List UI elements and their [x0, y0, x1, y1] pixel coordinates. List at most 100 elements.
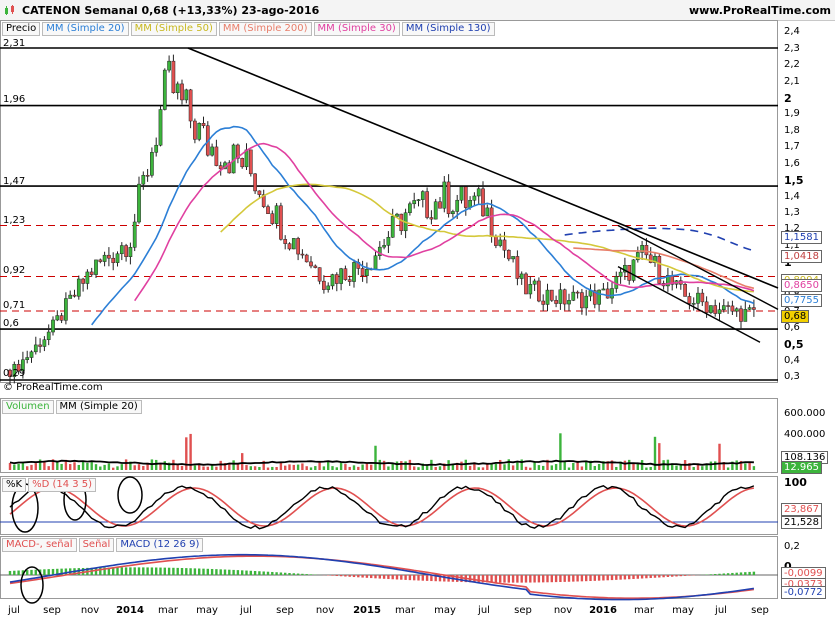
macd-hist-153	[666, 575, 670, 577]
legend-stoch-k[interactable]: %K	[2, 478, 27, 492]
volume-tag-last: 12.965	[781, 461, 822, 474]
macd-hist-52	[232, 569, 235, 575]
candle-body-62	[274, 205, 279, 224]
volume-legend: Volumen MM (Simple 20)	[2, 400, 144, 414]
macd-hist-144	[628, 575, 631, 580]
macd-hist-82	[361, 575, 364, 578]
price-tick-1: 2,3	[784, 42, 800, 54]
macd-hist-169	[735, 572, 738, 575]
legend-sma130[interactable]: MM (Simple 130)	[401, 22, 495, 36]
candle-body-131	[571, 291, 576, 301]
legend-volume[interactable]: Volumen	[2, 400, 54, 414]
candle-body-162	[704, 301, 709, 313]
macd-hist-93	[408, 575, 412, 581]
legend-stoch-d[interactable]: %D (14 3 5)	[28, 478, 97, 492]
volume-bar-19	[90, 462, 93, 470]
candle-body-69	[304, 254, 309, 263]
candle-body-49	[218, 165, 223, 170]
price-tick-2: 2,2	[784, 59, 800, 71]
macd-hist-146	[636, 575, 639, 579]
volume-bar-105	[460, 461, 463, 470]
candle-body-63	[279, 205, 283, 240]
candle-body-15	[72, 294, 77, 297]
candle-body-102	[446, 181, 451, 215]
volume-bar-113	[494, 463, 498, 470]
x-tick-17: may	[672, 605, 694, 616]
volume-bar-124	[542, 465, 545, 470]
candle-body-61	[270, 213, 275, 224]
volume-bar-83	[365, 463, 369, 470]
macd-hist-2	[17, 570, 20, 575]
legend-sma50[interactable]: MM (Simple 50)	[130, 22, 217, 36]
candle-body-10	[51, 319, 55, 333]
legend-sma30[interactable]: MM (Simple 30)	[313, 22, 400, 36]
candle-body-94	[412, 200, 417, 205]
candle-body-91	[399, 213, 404, 232]
candle-body-60	[266, 206, 270, 214]
macd-hist-77	[339, 575, 343, 577]
macd-hist-42	[189, 568, 192, 575]
macd-hist-85	[374, 575, 377, 579]
candle-body-26	[119, 245, 124, 255]
candle-body-64	[283, 239, 288, 244]
candle-body-68	[300, 253, 305, 256]
macd-hist-120	[524, 575, 528, 583]
volume-bar-29	[133, 465, 136, 470]
volume-bar-48	[215, 466, 218, 470]
trendline-main	[187, 47, 779, 289]
legend-macd-signal[interactable]: Señal	[78, 538, 115, 552]
price-tag-0: 1,1581	[781, 231, 822, 245]
macd-hist-152	[662, 575, 665, 578]
candle-body-77	[339, 268, 343, 284]
volume-bar-64	[284, 465, 287, 470]
macd-hist-5	[30, 569, 33, 575]
macd-hist-145	[632, 575, 635, 579]
macd-hist-50	[223, 569, 227, 575]
candle-body-106	[463, 186, 468, 208]
macd-hist-122	[533, 575, 536, 583]
macd-hist-33	[150, 567, 154, 575]
volume-bar-130	[567, 467, 571, 470]
macd-hist-149	[649, 575, 652, 579]
macd-hist-92	[404, 575, 407, 580]
volume-bar-69	[305, 466, 308, 470]
legend-macd-hist[interactable]: MACD-, señal	[2, 538, 77, 552]
macd-hist-21	[99, 567, 102, 575]
legend-sma20[interactable]: MM (Simple 20)	[42, 22, 129, 36]
volume-bar-78	[344, 464, 347, 470]
candle-body-168	[730, 305, 735, 312]
price-tick-9: 1,5	[784, 174, 804, 188]
legend-price[interactable]: Precio	[2, 22, 41, 36]
candle-body-65	[287, 243, 292, 250]
candle-body-67	[296, 238, 300, 255]
macd-hist-62	[275, 572, 278, 575]
volume-bar-14	[69, 464, 72, 470]
volume-bar-97	[425, 465, 429, 470]
volume-bar-115	[503, 464, 506, 470]
candle-body-113	[494, 236, 498, 246]
legend-volume-sma[interactable]: MM (Simple 20)	[55, 400, 142, 414]
candle-body-101	[442, 181, 447, 209]
legend-sma200[interactable]: MM (Simple 200)	[218, 22, 312, 36]
x-tick-2: nov	[80, 605, 100, 616]
macd-hist-75	[331, 575, 334, 576]
candle-body-120	[524, 273, 528, 295]
volume-bar-161	[701, 466, 704, 470]
x-tick-3: 2014	[116, 605, 144, 616]
volume-bar-114	[499, 459, 502, 470]
volume-bar-81	[357, 466, 360, 470]
macd-hist-25	[116, 567, 119, 575]
x-tick-13: sep	[514, 605, 532, 616]
candle-body-79	[347, 279, 352, 282]
macd-hist-87	[382, 575, 386, 579]
candle-body-119	[519, 273, 524, 279]
candle-body-38	[171, 60, 176, 94]
volume-bar-112	[490, 463, 493, 470]
legend-macd-line[interactable]: MACD (12 26 9)	[116, 538, 204, 552]
macd-hist-54	[241, 570, 244, 575]
candle-body-115	[502, 239, 507, 251]
volume-bar-68	[301, 463, 304, 470]
volume-bar-72	[318, 462, 321, 470]
macd-hist-116	[507, 575, 510, 583]
candle-body-88	[386, 237, 391, 246]
